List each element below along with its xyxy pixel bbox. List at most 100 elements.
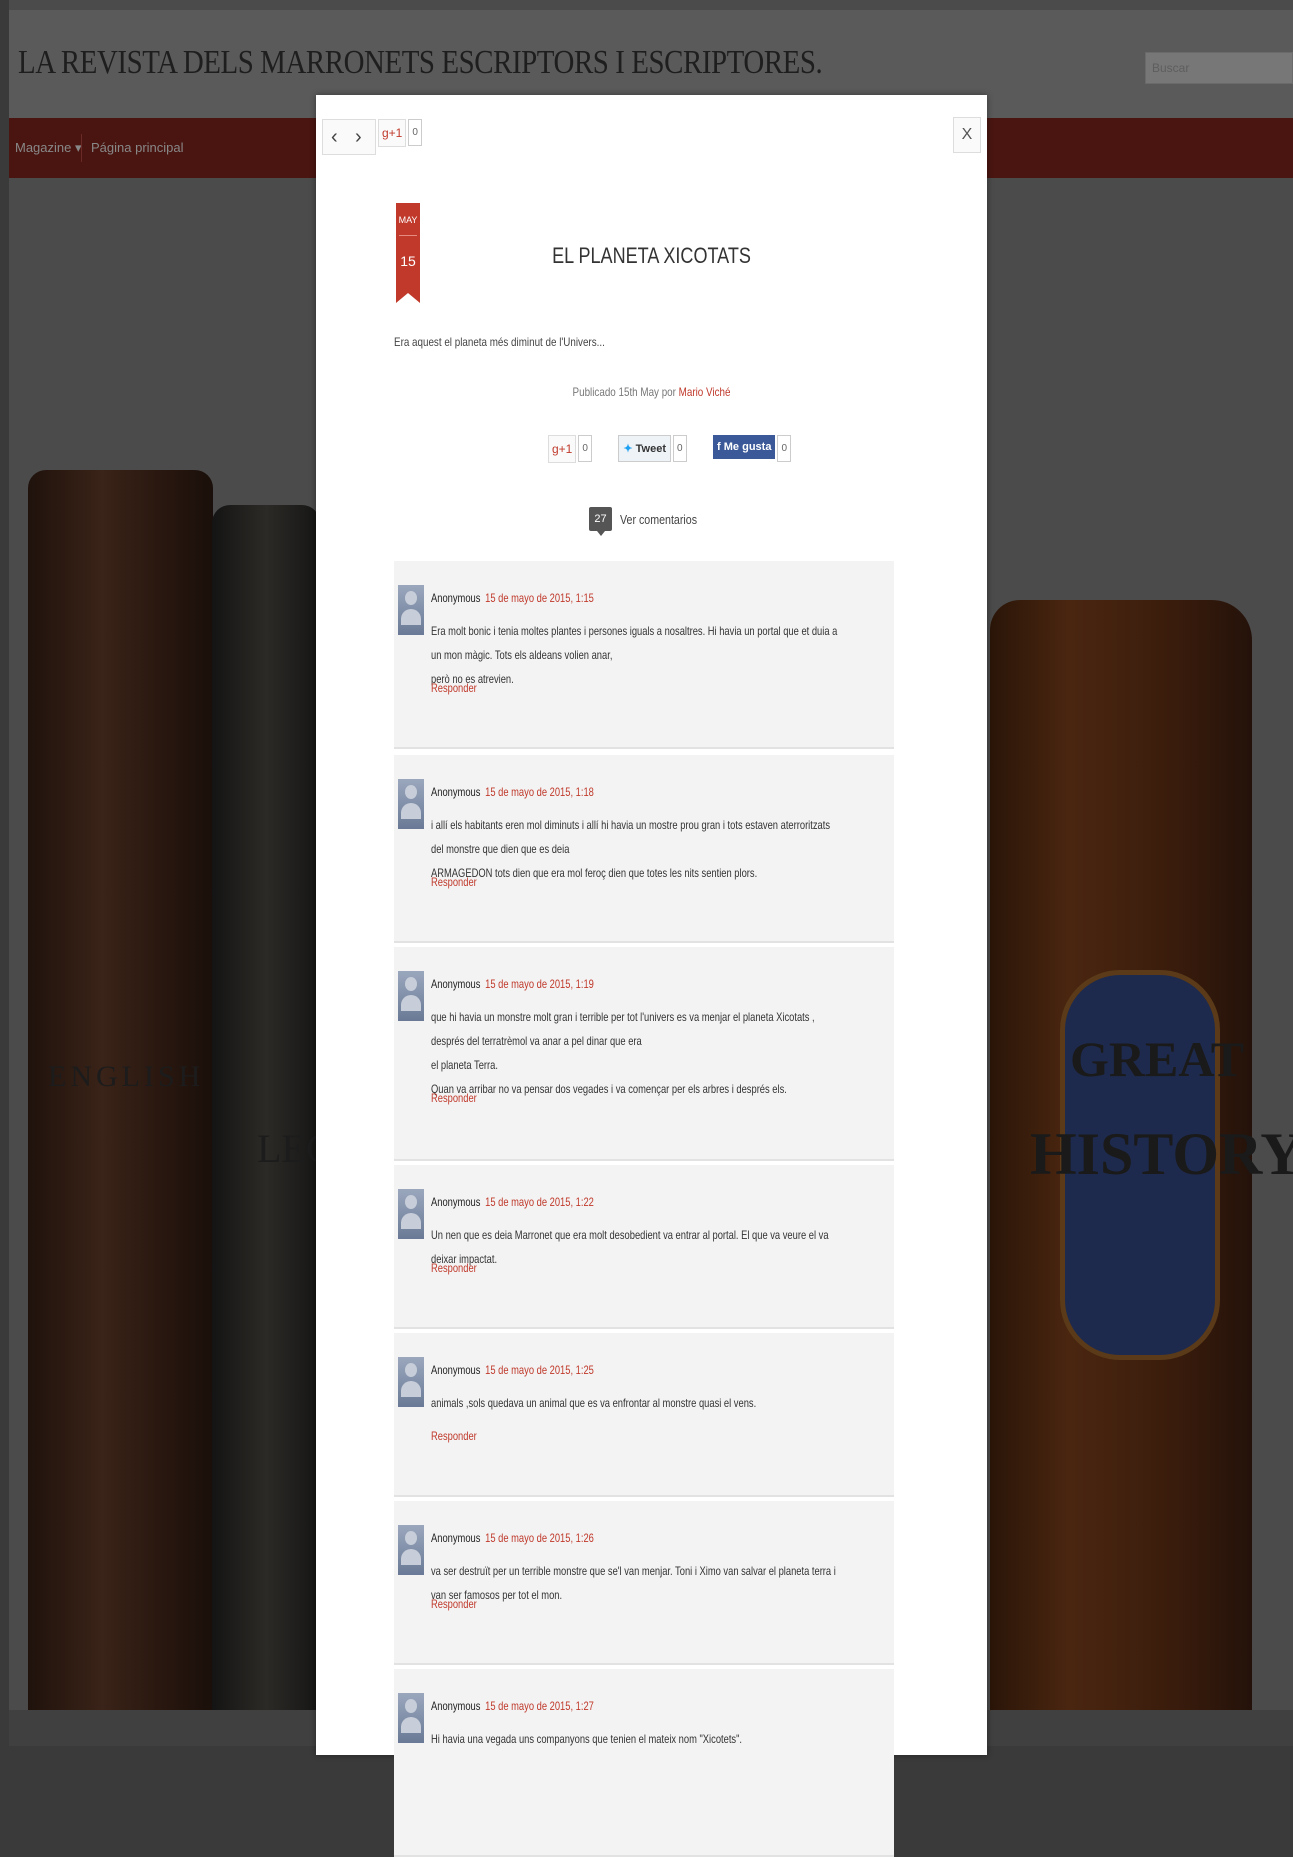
- avatar-icon: [398, 1693, 424, 1743]
- gplus-share[interactable]: g+1 0: [548, 435, 592, 463]
- comment-author: Anonymous: [431, 977, 481, 991]
- comment-header: Anonymous 15 de mayo de 2015, 1:25: [431, 1363, 594, 1377]
- reply-link[interactable]: Responder: [431, 681, 477, 695]
- post-excerpt: Era aquest el planeta més diminut de l'U…: [394, 335, 605, 349]
- avatar-icon: [398, 1189, 424, 1239]
- comments-toggle[interactable]: 27 Ver comentarios: [316, 507, 987, 536]
- book-spine-legends: LEG: [212, 505, 335, 1710]
- avatar-icon: [398, 779, 424, 829]
- comment-author: Anonymous: [431, 1195, 481, 1209]
- close-button[interactable]: X: [953, 117, 981, 153]
- gplus-count: 0: [578, 435, 592, 462]
- avatar-icon: [398, 971, 424, 1021]
- facebook-icon: f: [717, 441, 721, 453]
- comment-item: Anonymous 15 de mayo de 2015, 1:25 animals…: [394, 1333, 894, 1497]
- post-modal: ‹ › g+1 0 X MAY 15 EL PLANETA XICOTATS Er…: [316, 95, 987, 1857]
- comment-header: Anonymous 15 de mayo de 2015, 1:22: [431, 1195, 594, 1209]
- comment-date-link[interactable]: 15 de mayo de 2015, 1:25: [485, 1363, 594, 1377]
- fb-label: Me gusta: [723, 441, 772, 453]
- comment-body: Era molt bonic i tenia moltes plantes i …: [431, 619, 844, 691]
- search-input[interactable]: Buscar: [1145, 52, 1293, 84]
- comment-line: Era molt bonic i tenia moltes plantes i …: [431, 624, 838, 662]
- comment-date-link[interactable]: 15 de mayo de 2015, 1:15: [485, 591, 594, 605]
- gplus-share-top[interactable]: g+1 0: [378, 119, 422, 147]
- book-spine-label: HISTORY: [1030, 1121, 1293, 1187]
- comment-item: Anonymous 15 de mayo de 2015, 1:18 i allí …: [394, 755, 894, 943]
- avatar-icon: [398, 1357, 424, 1407]
- comment-line: Un nen que es deia Marronet que era molt…: [431, 1228, 829, 1266]
- comment-author: Anonymous: [431, 785, 481, 799]
- comment-header: Anonymous 15 de mayo de 2015, 1:15: [431, 591, 594, 605]
- comment-date-link[interactable]: 15 de mayo de 2015, 1:22: [485, 1195, 594, 1209]
- share-buttons: g+1 0 ✦ Tweet 0 f Me gusta 0: [548, 435, 813, 463]
- twitter-icon: ✦: [623, 443, 633, 455]
- book-spine-english: ENGLISH: [28, 470, 213, 1710]
- comment-header: Anonymous 15 de mayo de 2015, 1:26: [431, 1531, 594, 1545]
- gplus-count: 0: [408, 119, 422, 146]
- comment-item: Anonymous 15 de mayo de 2015, 1:15 Era mol…: [394, 561, 894, 749]
- comment-item: Anonymous 15 de mayo de 2015, 1:22 Un nen …: [394, 1165, 894, 1329]
- avatar-icon: [398, 585, 424, 635]
- tweet-count: 0: [673, 435, 687, 462]
- nav-item-home[interactable]: Página principal: [91, 140, 184, 155]
- comment-date-link[interactable]: 15 de mayo de 2015, 1:26: [485, 1531, 594, 1545]
- comment-line: que hi havia un monstre molt gran i terr…: [431, 1010, 815, 1048]
- tweet-button[interactable]: ✦ Tweet: [618, 435, 672, 462]
- facebook-share[interactable]: f Me gusta 0: [713, 435, 792, 462]
- book-spine-label: ENGLISH: [48, 1060, 205, 1093]
- comment-body: Hi havia una vegada uns companyons que t…: [431, 1727, 844, 1751]
- nav-item-label: Magazine: [15, 140, 72, 155]
- comment-author: Anonymous: [431, 591, 481, 605]
- comment-line: Hi havia una vegada uns companyons que t…: [431, 1732, 743, 1746]
- comment-line: Quan va arribar no va pensar dos vegades…: [431, 1082, 787, 1096]
- fb-count: 0: [777, 435, 792, 462]
- comment-header: Anonymous 15 de mayo de 2015, 1:18: [431, 785, 594, 799]
- nav-item-magazine[interactable]: Magazine ▾: [15, 140, 82, 156]
- comment-body: animals ,sols quedava un animal que es v…: [431, 1391, 844, 1415]
- nav-divider: [81, 134, 82, 162]
- prev-post-icon[interactable]: ‹: [331, 126, 338, 149]
- facebook-like-button[interactable]: f Me gusta: [713, 435, 776, 459]
- comment-body: Un nen que es deia Marronet que era molt…: [431, 1223, 844, 1271]
- search-placeholder: Buscar: [1152, 61, 1190, 75]
- reply-link[interactable]: Responder: [431, 1597, 477, 1611]
- comment-body: i allí els habitants eren mol diminuts i…: [431, 813, 844, 885]
- comment-line: el planeta Terra.: [431, 1058, 498, 1072]
- reply-link[interactable]: Responder: [431, 1429, 477, 1443]
- gplus-button[interactable]: g+1: [378, 119, 407, 147]
- comment-item: Anonymous 15 de mayo de 2015, 1:26 va ser …: [394, 1501, 894, 1665]
- comment-item: Anonymous 15 de mayo de 2015, 1:27 Hi havi…: [394, 1669, 894, 1857]
- comment-header: Anonymous 15 de mayo de 2015, 1:19: [431, 977, 594, 991]
- comment-line: ARMAGEDON tots dien que era mol feroç di…: [431, 866, 758, 880]
- comment-date-link[interactable]: 15 de mayo de 2015, 1:27: [485, 1699, 594, 1713]
- reply-link[interactable]: Responder: [431, 875, 477, 889]
- comments-toggle-label: Ver comentarios: [619, 511, 697, 527]
- avatar-icon: [398, 1525, 424, 1575]
- site-title[interactable]: LA REVISTA DELS MARRONETS ESCRIPTORS I E…: [18, 44, 823, 82]
- author-link[interactable]: Mario Viché: [679, 385, 731, 399]
- comment-author: Anonymous: [431, 1699, 481, 1713]
- comment-header: Anonymous 15 de mayo de 2015, 1:27: [431, 1699, 594, 1713]
- tweet-label: Tweet: [635, 443, 667, 455]
- comment-author: Anonymous: [431, 1531, 481, 1545]
- next-post-icon[interactable]: ›: [355, 126, 362, 149]
- date-month: MAY: [398, 215, 418, 225]
- book-spine-great-history: GREAT HISTORY: [990, 600, 1293, 1710]
- comment-date-link[interactable]: 15 de mayo de 2015, 1:18: [485, 785, 594, 799]
- comment-item: Anonymous 15 de mayo de 2015, 1:19 que hi …: [394, 947, 894, 1161]
- comment-body: que hi havia un monstre molt gran i terr…: [431, 1005, 844, 1101]
- tweet-share[interactable]: ✦ Tweet 0: [618, 435, 687, 462]
- reply-link[interactable]: Responder: [431, 1091, 477, 1105]
- comment-date-link[interactable]: 15 de mayo de 2015, 1:19: [485, 977, 594, 991]
- gplus-button[interactable]: g+1: [548, 435, 577, 463]
- post-title: EL PLANETA XICOTATS: [552, 243, 751, 268]
- post-byline: Publicado 15th May por Mario Viché: [376, 385, 926, 399]
- reply-link[interactable]: Responder: [431, 1261, 477, 1275]
- date-divider: [399, 235, 417, 236]
- post-nav-buttons: ‹ ›: [322, 119, 376, 155]
- comment-line: però no es atrevien.: [431, 672, 514, 686]
- comment-line: animals ,sols quedava un animal que es v…: [431, 1396, 757, 1410]
- byline-prefix: Publicado 15th May por: [572, 385, 676, 399]
- book-spine-label: GREAT: [1070, 1031, 1245, 1087]
- comment-line: i allí els habitants eren mol diminuts i…: [431, 818, 831, 856]
